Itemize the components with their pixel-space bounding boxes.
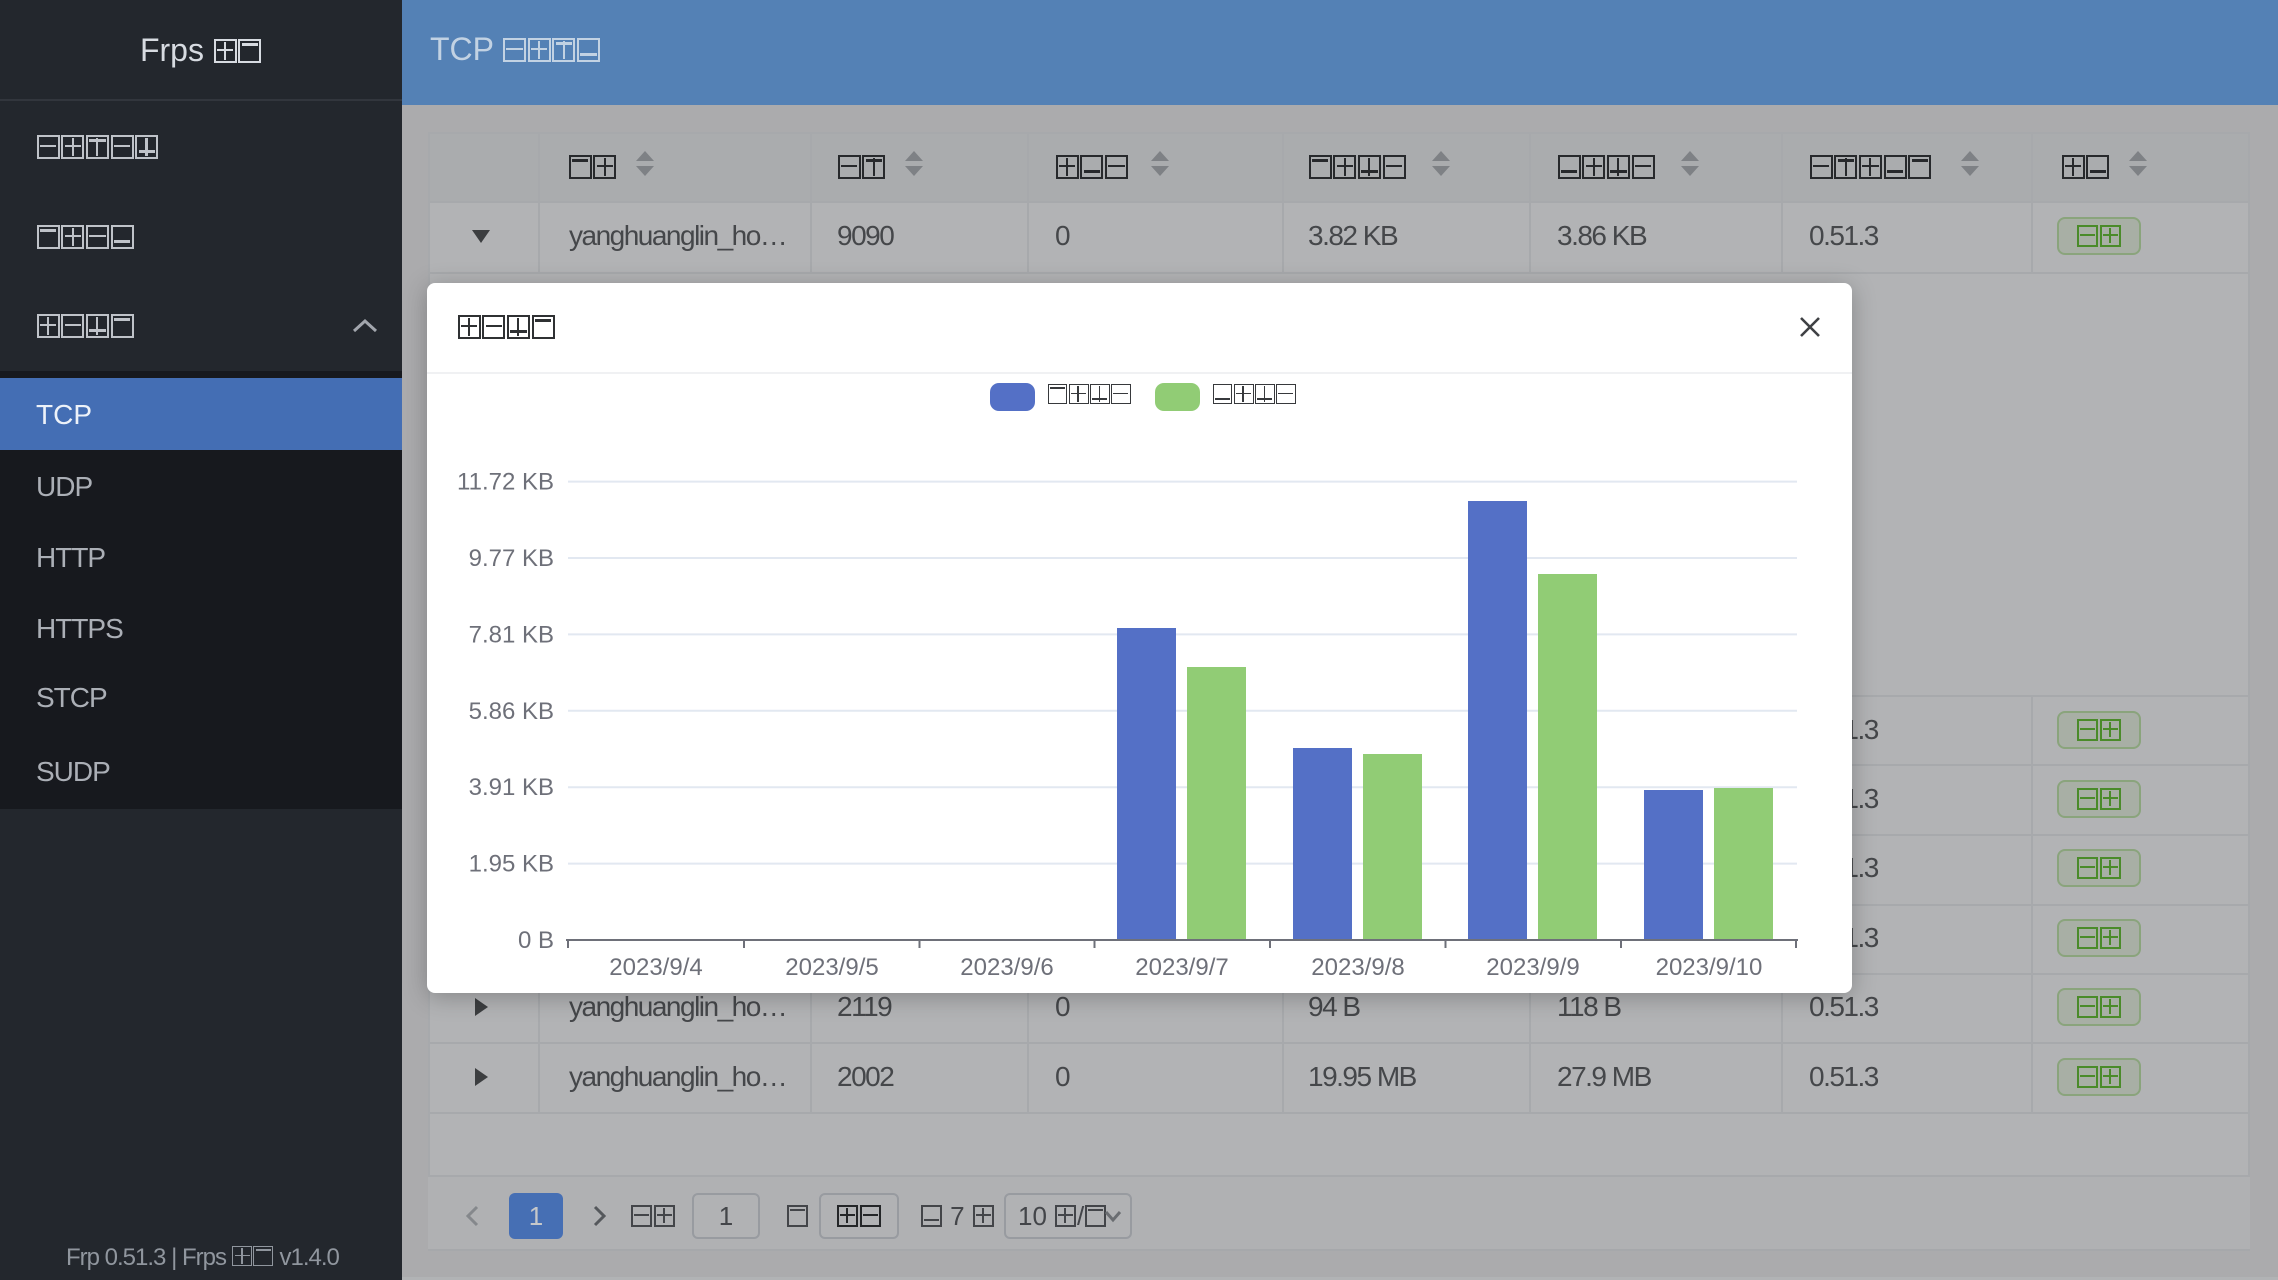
svg-text:2023/9/10: 2023/9/10 <box>1656 954 1763 981</box>
svg-text:2023/9/6: 2023/9/6 <box>960 954 1053 981</box>
svg-text:2023/9/7: 2023/9/7 <box>1135 954 1228 981</box>
svg-text:2023/9/9: 2023/9/9 <box>1486 954 1579 981</box>
svg-text:5.86 KB: 5.86 KB <box>469 698 554 725</box>
svg-text:0 B: 0 B <box>518 927 554 954</box>
svg-text:1.95 KB: 1.95 KB <box>469 851 554 878</box>
svg-text:7.81 KB: 7.81 KB <box>469 621 554 648</box>
svg-text:9.77 KB: 9.77 KB <box>469 545 554 572</box>
svg-text:11.72 KB: 11.72 KB <box>457 469 554 496</box>
svg-text:2023/9/5: 2023/9/5 <box>785 954 878 981</box>
svg-text:3.91 KB: 3.91 KB <box>469 774 554 801</box>
svg-text:2023/9/4: 2023/9/4 <box>609 954 702 981</box>
svg-text:2023/9/8: 2023/9/8 <box>1311 954 1404 981</box>
